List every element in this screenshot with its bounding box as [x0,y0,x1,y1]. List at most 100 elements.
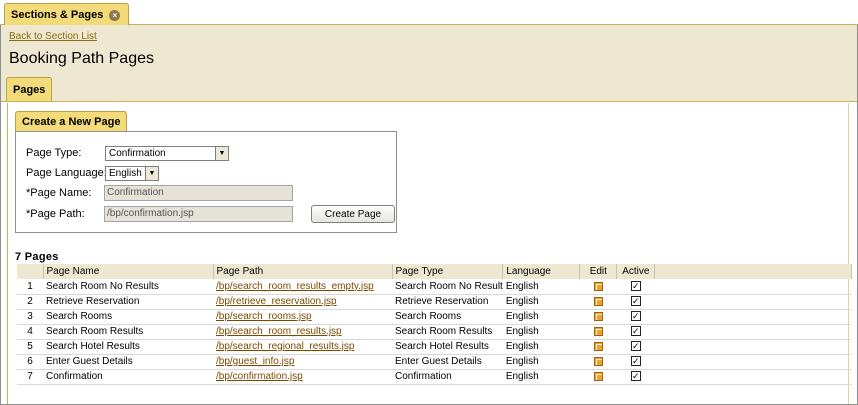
create-page-button[interactable]: Create Page [311,205,395,223]
edit-icon[interactable] [593,281,603,291]
page-header: Back to Section List Booking Path Pages … [1,25,857,101]
row-edit-cell [579,309,617,325]
row-edit-cell [579,294,617,310]
row-page-path-link[interactable]: /bp/confirmation.jsp [216,371,303,382]
row-filler [654,279,852,295]
row-edit-cell [579,369,617,385]
row-active-cell: ✓ [616,309,655,325]
table-row: 2 Retrieve Reservation/bp/retrieve_reserv… [17,294,852,310]
row-language: English [502,354,580,370]
table-row: 3 Search Rooms/bp/search_rooms.jsp Search … [17,309,852,325]
row-filler [654,369,852,385]
pages-panel: Create a New Page Page Type: Confirmatio… [7,103,852,404]
row-page-path-cell: /bp/search_rooms.jsp [213,309,392,325]
table-row: 6 Enter Guest Details/bp/guest_info.jsp En… [17,354,852,370]
tab-pages[interactable]: Pages [6,77,53,101]
row-page-name: Search Room No Results [43,279,213,295]
row-number: 3 [17,309,43,325]
column-header-page-path[interactable]: Page Path [213,264,393,279]
column-header-edit: Edit [579,264,618,279]
row-page-path-link[interactable]: /bp/guest_info.jsp [216,356,294,367]
active-checkbox[interactable]: ✓ [630,341,641,352]
table-row: 5 Search Hotel Results/bp/search_regional… [17,339,852,355]
row-language: English [502,339,580,355]
page-title: Booking Path Pages [9,50,154,67]
row-filler [654,324,852,340]
row-page-name: Search Rooms [43,309,213,325]
row-filler [654,309,852,325]
page-type-label: Page Type: [26,147,82,159]
row-number: 6 [17,354,43,370]
active-checkbox[interactable]: ✓ [630,371,641,382]
edit-icon[interactable] [593,356,603,366]
chevron-down-icon: ▼ [215,147,228,160]
row-page-type: Search Room No Result [392,279,503,295]
edit-icon[interactable] [593,326,603,336]
active-checkbox[interactable]: ✓ [630,281,641,292]
active-checkbox[interactable]: ✓ [630,326,641,337]
row-filler [654,294,852,310]
row-page-type: Search Rooms [392,309,503,325]
column-header-page-name[interactable]: Page Name [43,264,214,279]
row-active-cell: ✓ [616,279,655,295]
active-checkbox[interactable]: ✓ [630,296,641,307]
row-page-path-cell: /bp/guest_info.jsp [213,354,392,370]
column-header-language[interactable]: Language [502,264,581,279]
row-page-path-cell: /bp/search_room_results_empty.jsp [213,279,392,295]
row-number: 2 [17,294,43,310]
row-number: 1 [17,279,43,295]
row-active-cell: ✓ [616,339,655,355]
chevron-down-icon: ▼ [145,167,158,180]
row-page-path-link[interactable]: /bp/search_room_results_empty.jsp [216,281,374,292]
row-filler [654,354,852,370]
tab-sections-pages[interactable]: Sections & Pages × [4,3,130,26]
row-language: English [502,369,580,385]
column-header-filler [654,264,852,279]
main-frame: Back to Section List Booking Path Pages … [0,25,858,405]
row-language: English [502,309,580,325]
page-type-value: Confirmation [109,148,166,159]
page-language-value: English [109,168,142,179]
row-edit-cell [579,354,617,370]
column-header-number [17,264,44,279]
edit-icon[interactable] [593,311,603,321]
page-language-select[interactable]: English ▼ [105,166,159,181]
row-page-path-link[interactable]: /bp/search_regional_results.jsp [216,341,354,352]
edit-icon[interactable] [593,341,603,351]
row-page-name: Search Hotel Results [43,339,213,355]
top-tab-bar: Sections & Pages × [0,0,858,26]
row-active-cell: ✓ [616,369,655,385]
page-path-input[interactable]: /bp/confirmation.jsp [104,206,293,222]
row-page-name: Enter Guest Details [43,354,213,370]
row-page-name: Search Room Results [43,324,213,340]
active-checkbox[interactable]: ✓ [630,311,641,322]
table-row: 1 Search Room No Results/bp/search_room_r… [17,279,852,295]
page-type-select[interactable]: Confirmation ▼ [105,146,229,161]
column-header-active: Active [616,264,656,279]
tab-create-new-page[interactable]: Create a New Page [15,111,128,131]
row-number: 4 [17,324,43,340]
page-count: 7 Pages [15,251,59,263]
page-name-input[interactable]: Confirmation [104,185,293,201]
row-number: 7 [17,369,43,385]
row-page-type: Retrieve Reservation [392,294,503,310]
row-page-path-link[interactable]: /bp/search_rooms.jsp [216,311,312,322]
edit-icon[interactable] [593,296,603,306]
close-icon[interactable]: × [109,9,121,21]
edit-icon[interactable] [593,371,603,381]
back-to-section-list-link[interactable]: Back to Section List [9,31,97,42]
row-page-path-link[interactable]: /bp/search_room_results.jsp [216,326,342,337]
table-row: 4 Search Room Results/bp/search_room_resu… [17,324,852,340]
row-language: English [502,324,580,340]
page-name-label: *Page Name: [26,187,92,199]
active-checkbox[interactable]: ✓ [630,356,641,367]
row-page-name: Retrieve Reservation [43,294,213,310]
row-edit-cell [579,339,617,355]
row-edit-cell [579,324,617,340]
pages-table: Page Name Page Path Page Type Language E… [17,264,852,385]
row-page-path-cell: /bp/search_room_results.jsp [213,324,392,340]
row-page-type: Search Room Results [392,324,503,340]
column-header-page-type[interactable]: Page Type [392,264,504,279]
row-page-path-link[interactable]: /bp/retrieve_reservation.jsp [216,296,337,307]
table-header-row: Page Name Page Path Page Type Language E… [17,264,852,279]
